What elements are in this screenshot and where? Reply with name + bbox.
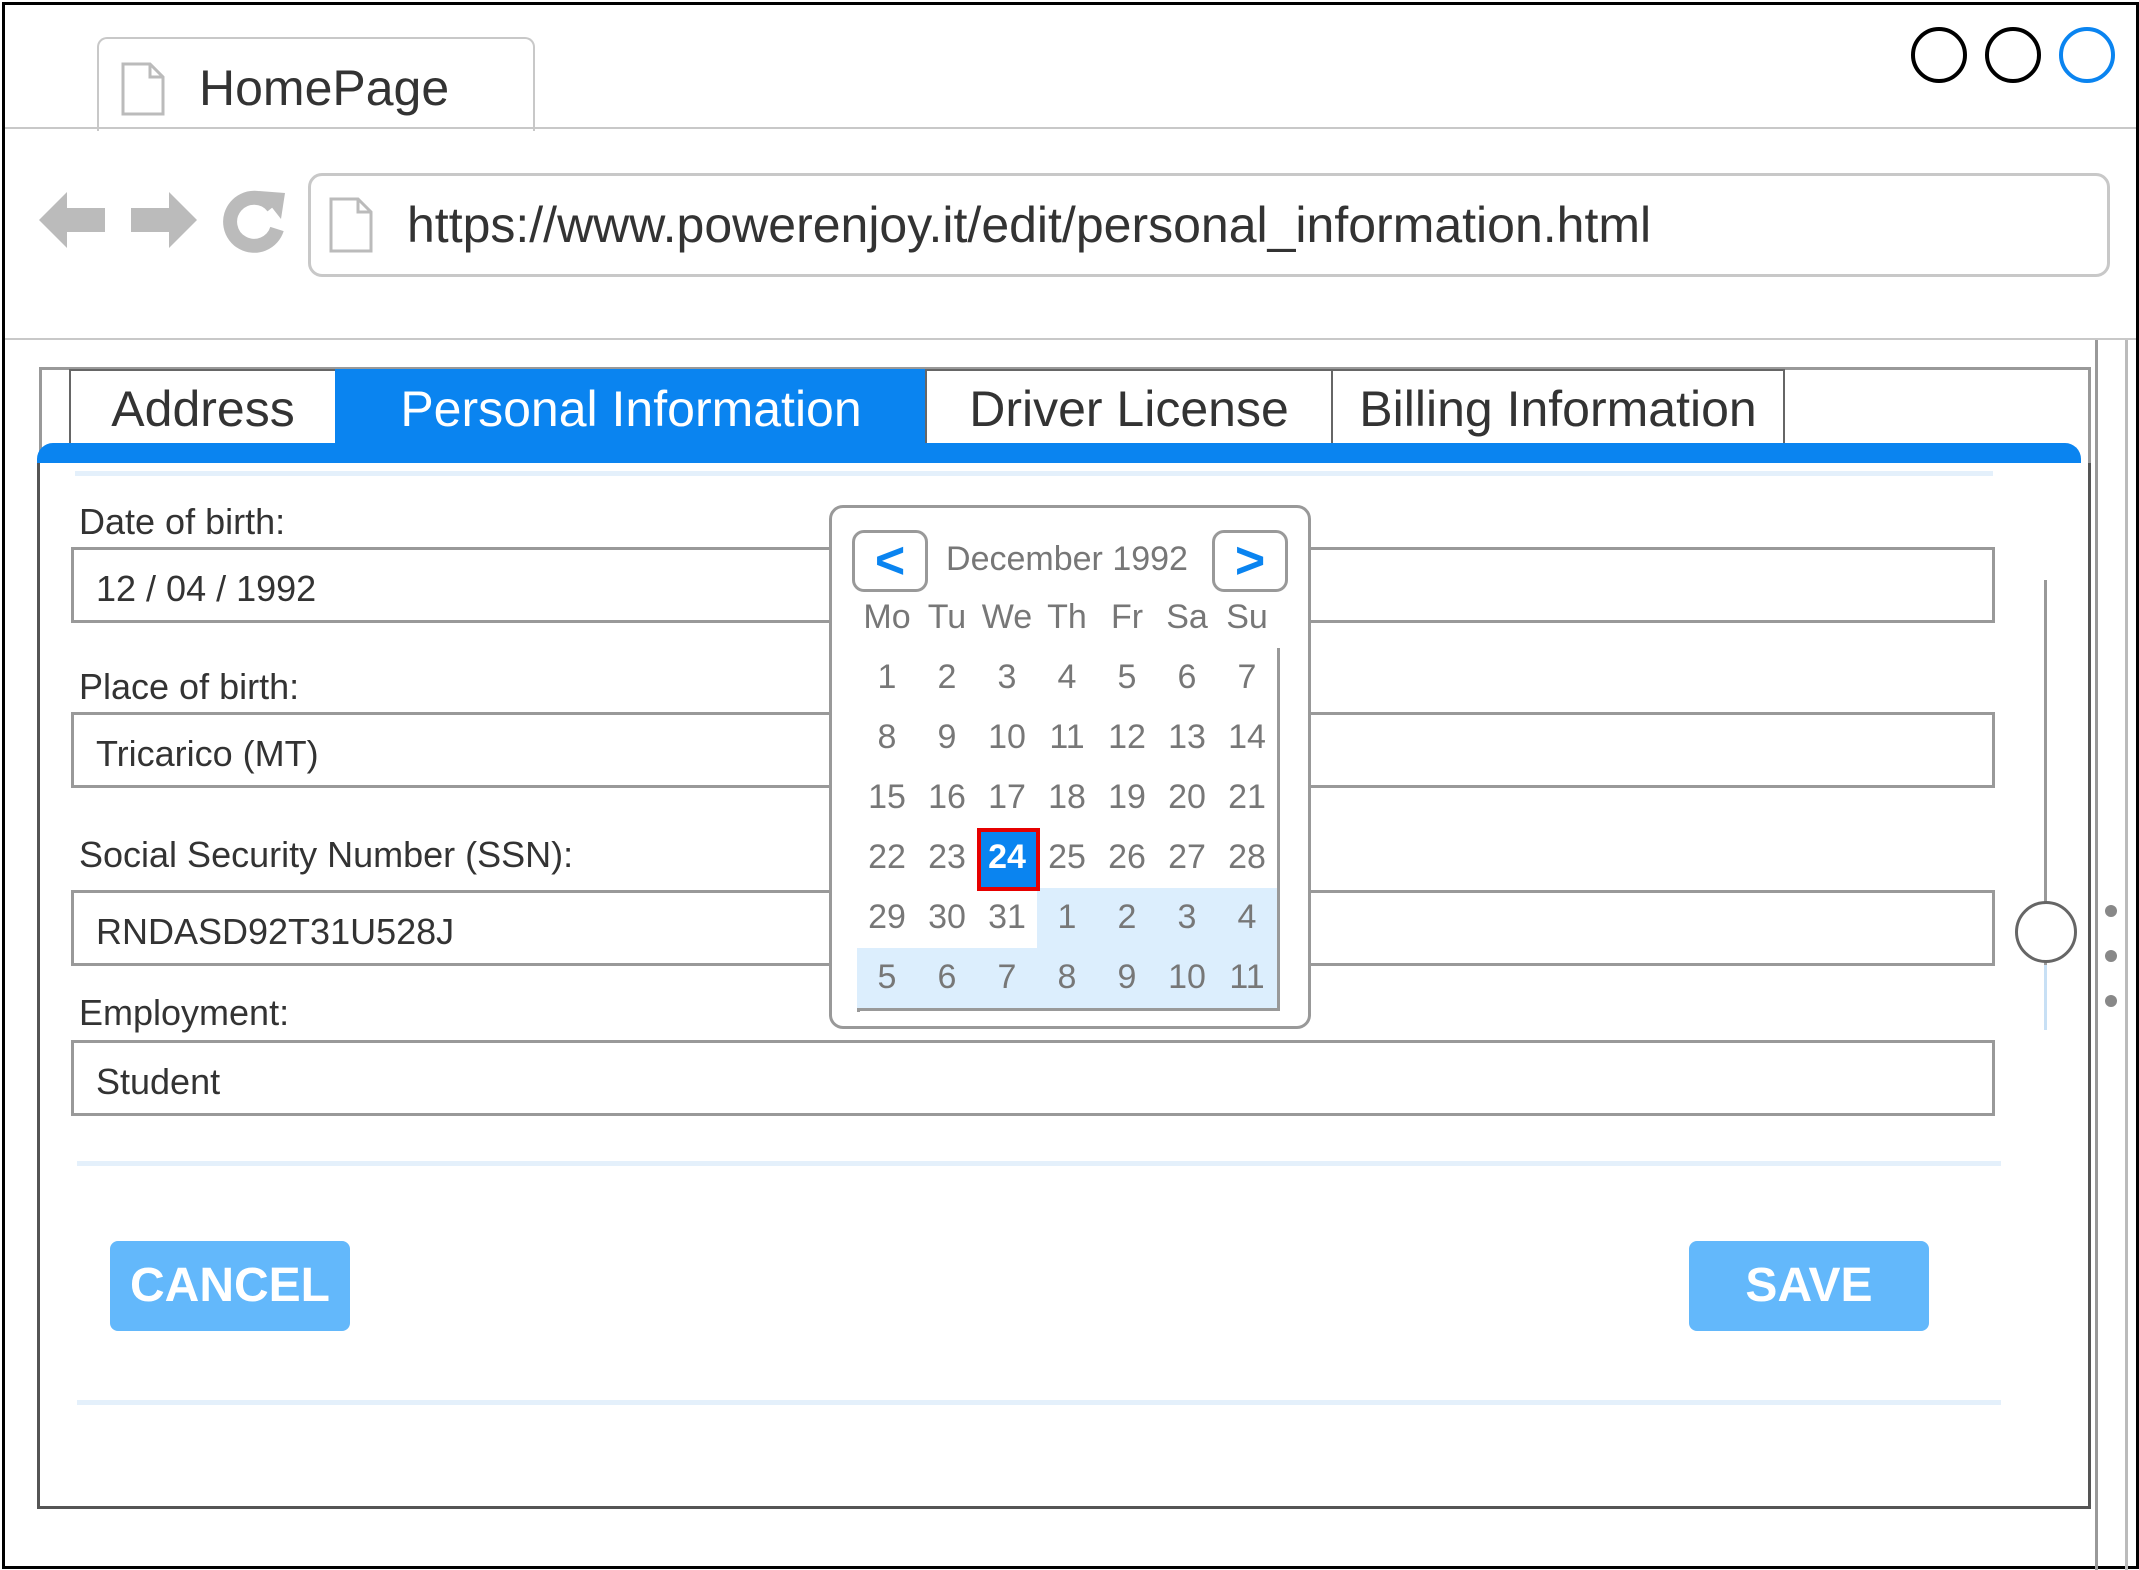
browser-tab[interactable]: HomePage: [97, 37, 535, 131]
tab-personal-information[interactable]: Personal Information: [335, 369, 927, 445]
vertical-slider-fill: [2044, 965, 2047, 1030]
next-month-button[interactable]: >: [1212, 530, 1288, 592]
tab-address[interactable]: Address: [69, 369, 337, 445]
calendar-day[interactable]: 20: [1157, 768, 1220, 831]
browser-tab-title: HomePage: [199, 60, 450, 116]
calendar-day[interactable]: 8: [1037, 948, 1100, 1011]
calendar-day[interactable]: 11: [1217, 948, 1280, 1011]
pob-value: Tricarico (MT): [96, 733, 319, 774]
back-arrow-icon[interactable]: [37, 188, 107, 252]
calendar-day[interactable]: 25: [1037, 828, 1100, 891]
calendar-day[interactable]: 16: [917, 768, 980, 831]
calendar-day[interactable]: 29: [857, 888, 920, 951]
calendar-day[interactable]: 28: [1217, 828, 1280, 891]
calendar-day[interactable]: 2: [1097, 888, 1160, 951]
calendar-day[interactable]: 22: [857, 828, 920, 891]
calendar-day[interactable]: 19: [1097, 768, 1160, 831]
calendar-day[interactable]: 23: [917, 828, 980, 891]
calendar-month-title: December 1992: [946, 540, 1188, 578]
reload-icon[interactable]: [219, 185, 289, 255]
weekday-label: Fr: [1110, 598, 1144, 636]
calendar-day[interactable]: 31: [977, 888, 1040, 951]
weekday-label: Tu: [927, 598, 967, 636]
calendar-day[interactable]: 5: [1097, 648, 1160, 711]
calendar-day[interactable]: 1: [1037, 888, 1100, 951]
panel-top-rule: [75, 471, 1993, 476]
weekday-label: Sa: [1166, 598, 1208, 636]
save-button[interactable]: SAVE: [1689, 1241, 1929, 1331]
weekday-label: Th: [1047, 598, 1087, 636]
address-bar[interactable]: https://www.powerenjoy.it/edit/personal_…: [308, 173, 2110, 277]
calendar-day[interactable]: 3: [977, 648, 1040, 711]
calendar-day[interactable]: 17: [977, 768, 1040, 831]
calendar-day[interactable]: 3: [1157, 888, 1220, 951]
tab-billing-information[interactable]: Billing Information: [1331, 369, 1785, 445]
window-close-button[interactable]: [1911, 27, 1967, 83]
forward-arrow-icon[interactable]: [129, 188, 199, 252]
calendar-day[interactable]: 10: [977, 708, 1040, 771]
calendar-day[interactable]: 9: [1097, 948, 1160, 1011]
ssn-label: Social Security Number (SSN):: [79, 834, 574, 875]
calendar-day[interactable]: 9: [917, 708, 980, 771]
prev-month-button[interactable]: <: [852, 530, 928, 592]
calendar-day[interactable]: 11: [1037, 708, 1100, 771]
calendar-day[interactable]: 27: [1157, 828, 1220, 891]
dob-label: Date of birth:: [79, 501, 286, 542]
calendar-day-selected[interactable]: 24: [977, 828, 1040, 891]
calendar-day-grid: 1 2 3 4 5 6 7 8 9 10 11 12 13 14 15 16 17 18 19 20 21 22 23 24 2…: [857, 648, 1280, 1012]
calendar-day[interactable]: 21: [1217, 768, 1280, 831]
calendar-day[interactable]: 18: [1037, 768, 1100, 831]
ssn-value: RNDASD92T31U528J: [96, 911, 455, 952]
calendar-day[interactable]: 14: [1217, 708, 1280, 771]
url-text: https://www.powerenjoy.it/edit/personal_…: [407, 197, 1652, 253]
calendar-day[interactable]: 26: [1097, 828, 1160, 891]
calendar-day[interactable]: 4: [1217, 888, 1280, 951]
chrome-divider: [5, 338, 2136, 340]
dob-value: 12 / 04 / 1992: [96, 568, 317, 609]
cancel-button[interactable]: CANCEL: [110, 1241, 350, 1331]
window-minimize-button[interactable]: [1985, 27, 2041, 83]
calendar-day[interactable]: 6: [1157, 648, 1220, 711]
calendar-day[interactable]: 4: [1037, 648, 1100, 711]
tab-strip-divider: [5, 127, 2136, 129]
calendar-day[interactable]: 6: [917, 948, 980, 1011]
form-divider: [77, 1161, 2001, 1166]
scrollbar-dot: [2105, 905, 2117, 917]
calendar-day[interactable]: 30: [917, 888, 980, 951]
page-icon: [329, 197, 373, 253]
window-maximize-button[interactable]: [2059, 27, 2115, 83]
employment-label: Employment:: [79, 992, 290, 1033]
calendar-day[interactable]: 8: [857, 708, 920, 771]
weekday-label: Su: [1226, 598, 1268, 636]
tab-driver-license[interactable]: Driver License: [925, 369, 1333, 445]
date-picker-popup: < December 1992 > Mo Tu We Th Fr Sa Su 1234567…: [829, 505, 1311, 1029]
page-scrollbar-edge: [2125, 340, 2128, 1570]
weekday-label: We: [981, 598, 1033, 636]
employment-value: Student: [96, 1061, 221, 1102]
scrollbar-dot: [2105, 950, 2117, 962]
employment-input[interactable]: Student: [71, 1040, 1995, 1116]
calendar-day[interactable]: 10: [1157, 948, 1220, 1011]
pob-label: Place of birth:: [79, 666, 300, 707]
calendar-day[interactable]: 1: [857, 648, 920, 711]
calendar-day[interactable]: 15: [857, 768, 920, 831]
calendar-day[interactable]: 5: [857, 948, 920, 1011]
browser-window: HomePage https://www.powerenjoy.it/edit/…: [2, 2, 2139, 1570]
scrollbar-dot: [2105, 995, 2117, 1007]
calendar-day[interactable]: 7: [1217, 648, 1280, 711]
page-scrollbar-track: [2095, 340, 2098, 1570]
calendar-day[interactable]: 7: [977, 948, 1040, 1011]
vertical-slider-thumb[interactable]: [2015, 901, 2077, 963]
weekday-label: Mo: [863, 598, 911, 636]
calendar-day[interactable]: 12: [1097, 708, 1160, 771]
footer-divider: [77, 1400, 2001, 1405]
calendar-day[interactable]: 2: [917, 648, 980, 711]
calendar-day[interactable]: 13: [1157, 708, 1220, 771]
document-icon: [121, 62, 165, 116]
